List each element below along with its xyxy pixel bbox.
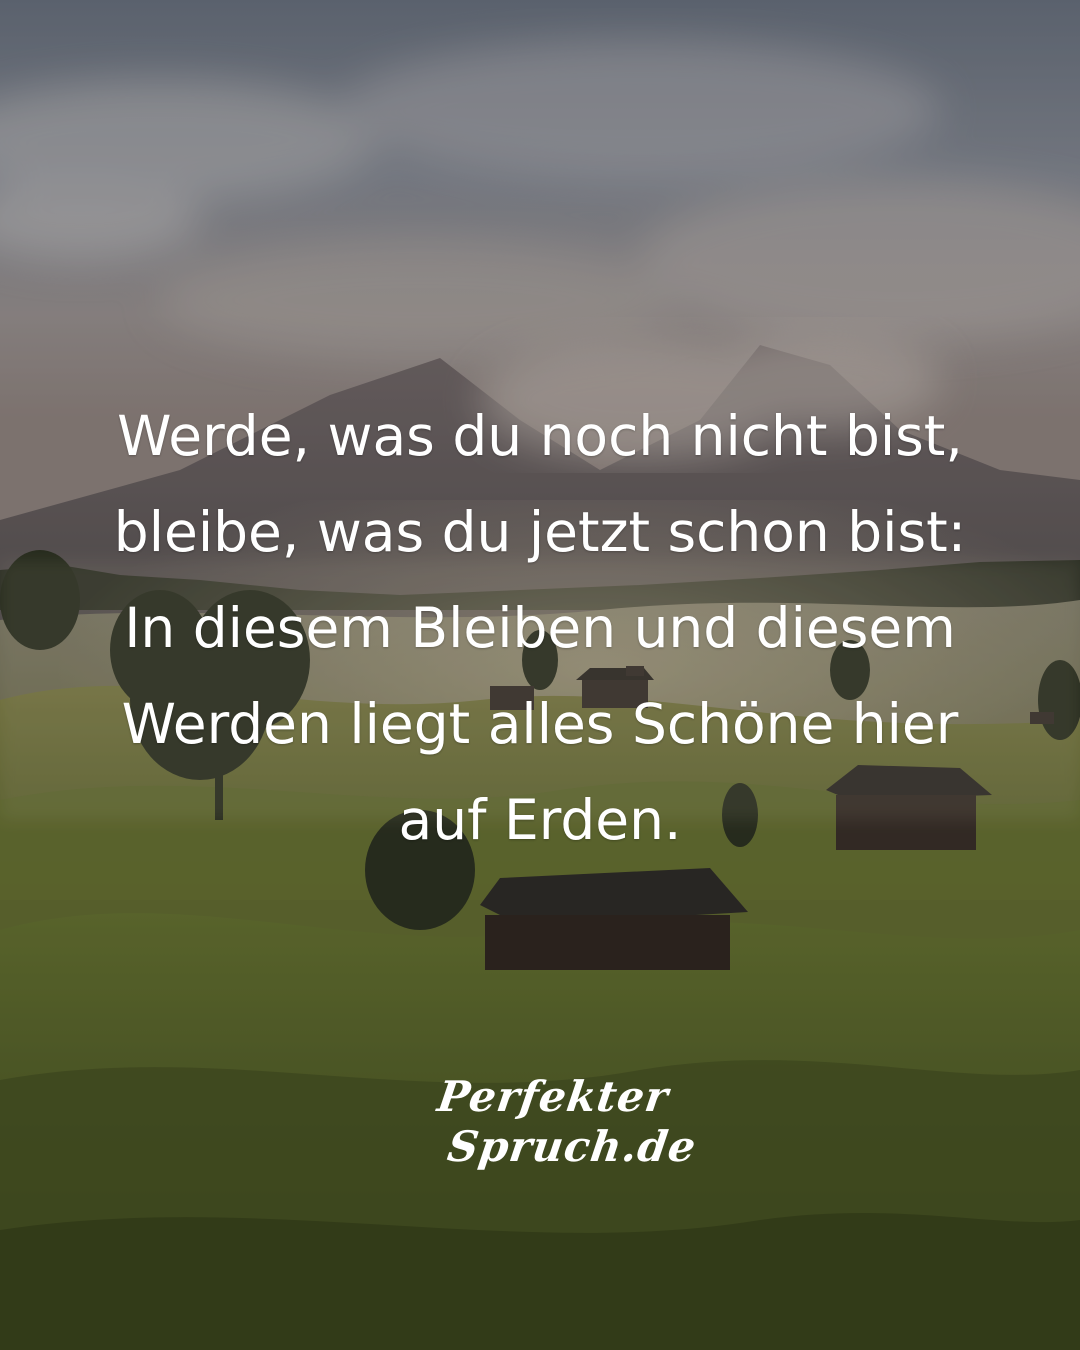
quote-line: bleibe, was du jetzt schon bist: — [113, 500, 967, 564]
quote-line: Werden liegt alles Schöne hier — [121, 692, 959, 756]
quote-line: Werde, was du noch nicht bist, — [117, 404, 963, 468]
quote-line: auf Erden. — [398, 788, 682, 852]
logo-line-2: Spruch.de — [444, 1122, 700, 1171]
quote-line: In diesem Bleiben und diesem — [124, 596, 956, 660]
quote-text: Werde, was du noch nicht bist, bleibe, w… — [40, 388, 1040, 868]
logo-line-1: Perfekter — [434, 1072, 672, 1121]
perfekter-spruch-logo: Perfekter Spruch.de — [420, 1068, 700, 1198]
quote-image: Werde, was du noch nicht bist, bleibe, w… — [0, 0, 1080, 1350]
